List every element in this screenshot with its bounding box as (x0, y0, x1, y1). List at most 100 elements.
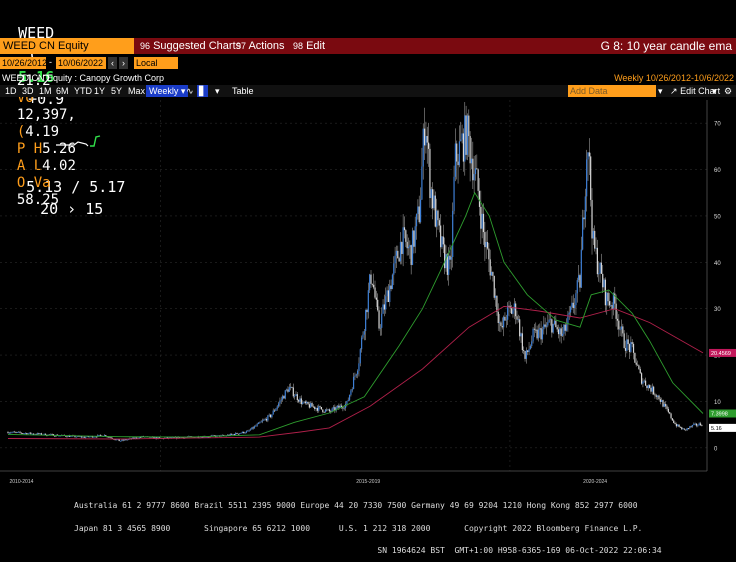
candle-body (99, 434, 102, 436)
candle-body (269, 414, 272, 418)
candle-body (362, 334, 364, 338)
candle-body (243, 431, 245, 434)
candle-body (319, 406, 321, 408)
frequency-dropdown[interactable]: Weekly ▾ (146, 85, 189, 97)
suggested-charts-button[interactable]: 96 Suggested Charts (140, 38, 241, 54)
candle-body (395, 250, 398, 256)
candle-body (284, 390, 286, 399)
candle-body (126, 439, 128, 441)
start-date-field[interactable]: 10/26/2012 (0, 57, 47, 69)
candle-body (543, 324, 545, 330)
candle-body (512, 310, 514, 314)
candle-body (229, 433, 231, 436)
candle-body (646, 385, 648, 389)
price-chart[interactable]: 0102030405060702010-20142015-20192020-20… (0, 98, 736, 487)
settings-icon[interactable]: ⚙ (724, 85, 732, 97)
candle-body (531, 341, 533, 346)
add-data-input[interactable]: Add Data (568, 85, 656, 97)
y-tick-label: 30 (714, 307, 721, 313)
candle-body (575, 293, 577, 306)
chart-type-dropdown[interactable]: ▋ (197, 85, 208, 97)
candle-body (85, 437, 87, 438)
period-max[interactable]: Max (128, 85, 145, 97)
candle-body (324, 409, 327, 413)
period-1m[interactable]: 1M (39, 85, 52, 97)
candle-body (354, 375, 356, 377)
candle-body (611, 305, 613, 309)
currency-field[interactable]: Local CCY (134, 57, 178, 80)
edit-button[interactable]: 98 Edit (293, 38, 325, 54)
add-data-dropdown-icon[interactable]: ▾ (658, 85, 663, 97)
date-back-button[interactable]: ‹ (108, 57, 117, 69)
candle-body (123, 439, 126, 441)
candle-body (81, 436, 83, 438)
candle-body (634, 352, 636, 363)
candle-body (316, 408, 319, 411)
function-title: G 8: 10 year candle ema (600, 39, 732, 53)
candle-body (249, 429, 252, 431)
candle-body (666, 406, 668, 409)
table-button[interactable]: Table (232, 85, 254, 97)
candle-body (557, 329, 560, 335)
candle-body (600, 262, 602, 274)
candle-body (586, 159, 588, 197)
period-5y[interactable]: 5Y (111, 85, 122, 97)
date-forward-button[interactable]: › (119, 57, 128, 69)
candle-body (665, 403, 667, 407)
candle-body (19, 431, 21, 433)
candle-body (649, 385, 651, 388)
candle-body (296, 394, 298, 401)
candle-body (440, 225, 442, 248)
candle-body (32, 433, 35, 435)
end-date-field[interactable]: 10/06/2022 (56, 57, 106, 69)
candle-body (271, 414, 273, 418)
candle-body (470, 158, 473, 164)
edit-chart-chevron-icon[interactable]: ▾ (712, 85, 717, 97)
candle-body (381, 313, 383, 328)
suggested-charts-label: Suggested Charts (153, 40, 242, 52)
candle-body (528, 348, 530, 352)
candle-body (564, 324, 566, 331)
candle-body (654, 394, 656, 396)
security-field[interactable]: WEED CN Equity (0, 38, 134, 54)
actions-button[interactable]: 97 Actions (236, 38, 285, 54)
candle-body (638, 365, 640, 369)
candle-body (239, 433, 241, 435)
candle-body (397, 250, 399, 259)
chevron-down-icon: ▾ (180, 86, 186, 96)
candle-body (432, 189, 434, 209)
candle-body (36, 433, 39, 435)
candle-body (662, 400, 664, 407)
candle-body (469, 136, 471, 164)
candle-body (377, 299, 379, 311)
candle-body (119, 440, 122, 442)
candle-body (627, 339, 629, 345)
candle-body (318, 406, 320, 411)
edit-icon: ↗ (670, 86, 678, 96)
period-ytd[interactable]: YTD (74, 85, 92, 97)
suggested-charts-number: 96 (140, 41, 151, 51)
candle-body (231, 433, 233, 435)
candle-body (365, 309, 367, 332)
candle-body (409, 245, 411, 247)
candle-body (492, 272, 494, 276)
candle-body (476, 168, 478, 170)
candle-body (594, 230, 596, 249)
candle-body (486, 242, 489, 249)
candle-body (540, 328, 542, 340)
candle-body (251, 427, 253, 430)
candle-body (606, 292, 608, 306)
candle-body (555, 320, 557, 328)
line-chart-icon[interactable]: ∿ (186, 85, 194, 97)
candle-body (240, 432, 242, 434)
period-6m[interactable]: 6M (56, 85, 69, 97)
candle-body (489, 259, 491, 276)
candle-body (675, 424, 678, 427)
chart-type-chevron-icon[interactable]: ▾ (215, 85, 220, 97)
period-1d[interactable]: 1D (5, 85, 17, 97)
period-1y[interactable]: 1Y (94, 85, 105, 97)
candle-body (265, 418, 268, 421)
period-3d[interactable]: 3D (22, 85, 34, 97)
candle-body (283, 396, 285, 399)
candle-body (458, 141, 461, 166)
